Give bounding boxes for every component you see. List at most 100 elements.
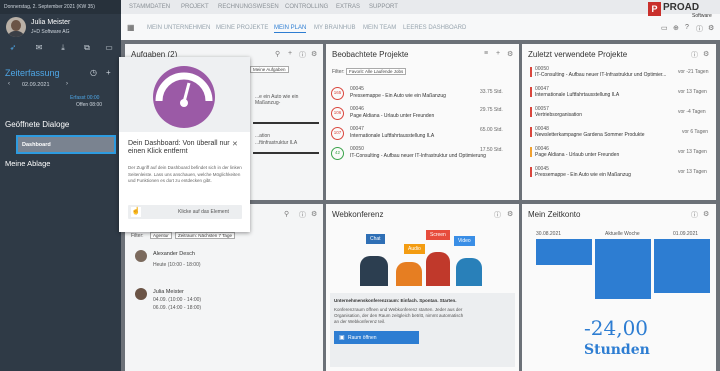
- tab-leeres-dashboard[interactable]: LEERES DASHBOARD: [403, 25, 466, 31]
- info-icon[interactable]: ⓘ: [691, 50, 698, 60]
- project-hours: 33.75 Std.: [480, 89, 503, 95]
- chart-bar: [536, 239, 592, 265]
- project-name[interactable]: Newsletterkampagne Gardena Sommer Produk…: [535, 132, 645, 138]
- team-tag-zeitraum[interactable]: Zeitraum: Nächsten 7 Tage: [175, 232, 235, 239]
- nav-rechnungswesen[interactable]: RECHNUNGSWESEN: [218, 4, 279, 10]
- tab-my-brainhub[interactable]: MY BRAINHUB: [314, 25, 356, 31]
- close-icon[interactable]: ✕: [232, 140, 238, 148]
- divider: [253, 152, 319, 154]
- tab-meine-projekte[interactable]: MEINE PROJEKTE: [216, 25, 268, 31]
- chart-bar: [595, 239, 651, 299]
- add-icon[interactable]: +: [106, 68, 111, 77]
- project-name[interactable]: IT-Consulting - Aufbau neuer IT-Infrastr…: [535, 72, 666, 78]
- door-icon: ▣: [339, 335, 345, 341]
- onboarding-modal: Dein Dashboard: Von überall nur einen Kl…: [119, 57, 250, 232]
- aufgaben-row[interactable]: ...e ein Auto wie ein Maßanzug-: [255, 94, 323, 106]
- add-icon[interactable]: +: [288, 50, 292, 57]
- grid-icon[interactable]: ▦: [127, 23, 135, 32]
- modal-title: Dein Dashboard: Von überall nur einen Kl…: [128, 140, 230, 155]
- time-entry: 06.09. (14:00 - 18:00): [153, 305, 202, 311]
- user-company: J+D Software AG: [31, 29, 70, 35]
- project-name[interactable]: Pressemappe - Ein Auto wie ein Maßanzug: [535, 172, 631, 178]
- team-tag-agentur[interactable]: Agentur: [150, 232, 172, 239]
- project-name[interactable]: IT-Consulting - Aufbau neuer IT-Infrastr…: [350, 153, 486, 159]
- project-name[interactable]: Page Aldiana - Urlaub unter Freunden: [350, 113, 434, 119]
- balance-value: -24,00: [584, 316, 649, 340]
- project-name[interactable]: Pressemappe - Ein Auto wie ein Maßanzug: [350, 93, 446, 99]
- settings-icon[interactable]: ⚙: [311, 210, 317, 218]
- zeit-offen: Offen 08:00: [76, 102, 103, 108]
- person-name[interactable]: Alexander Desch: [153, 251, 195, 257]
- nav-stammdaten[interactable]: STAMMDATEN: [129, 4, 170, 10]
- user-panel[interactable]: Julia Meister J+D Software AG: [0, 14, 121, 40]
- window-icon[interactable]: ▭: [661, 24, 668, 32]
- chart-bar: [654, 239, 710, 293]
- my-storage-heading[interactable]: Meine Ablage: [5, 159, 50, 168]
- mail-icon[interactable]: ✉: [34, 43, 44, 53]
- settings-icon[interactable]: ⚙: [507, 210, 513, 218]
- info-icon[interactable]: ⓘ: [691, 210, 698, 220]
- settings-icon[interactable]: ⚙: [703, 50, 709, 58]
- prev-day-icon[interactable]: ‹: [8, 81, 10, 87]
- open-dialogs-heading: Geöffnete Dialoge: [5, 120, 70, 129]
- info-icon[interactable]: ⓘ: [299, 210, 306, 220]
- logo-sub: Software: [692, 13, 712, 19]
- person-name[interactable]: Julia Meister: [153, 289, 184, 295]
- zeit-title[interactable]: Zeiterfassung: [5, 68, 60, 78]
- settings-icon[interactable]: ⚙: [708, 24, 714, 32]
- dashboard-tile[interactable]: Dashboard: [16, 135, 116, 154]
- project-name[interactable]: Internationale Luftfahrtausstellung ILA: [350, 133, 434, 139]
- rocket-icon[interactable]: ➶: [8, 43, 18, 53]
- project-name[interactable]: Internationale Luftfahrtausstellung ILA: [535, 92, 619, 98]
- project-name[interactable]: Vertriebsorganisation: [535, 112, 582, 118]
- nav-projekt[interactable]: PROJEKT: [181, 4, 209, 10]
- open-room-button[interactable]: ▣ Raum öffnen: [334, 331, 419, 344]
- time-entry: 04.09. (10:00 - 14:00): [153, 297, 202, 303]
- badge: 165: [331, 87, 344, 100]
- settings-icon[interactable]: ⚙: [507, 50, 513, 58]
- nav-support[interactable]: SUPPORT: [369, 4, 398, 10]
- click-element-label: Klicke auf das Element: [178, 209, 229, 215]
- info-icon[interactable]: ⓘ: [494, 210, 501, 220]
- color-bar: [530, 107, 532, 117]
- aufgaben-filter-tag[interactable]: Meine Aufgaben: [250, 66, 289, 73]
- aufgaben-row[interactable]: ...ftinfrastruktur ILA: [255, 140, 297, 146]
- badge: 107: [331, 127, 344, 140]
- person-figure: [456, 258, 482, 286]
- filter-icon[interactable]: ⚲: [284, 210, 289, 218]
- beo-filter-value[interactable]: Favorit: Alle Laufende Jobs: [346, 68, 407, 75]
- settings-icon[interactable]: ⚙: [703, 210, 709, 218]
- help-icon[interactable]: ?: [685, 24, 689, 31]
- project-name[interactable]: Page Aldiana - Urlaub unter Freunden: [535, 152, 619, 158]
- team-filter-label: Filter:: [131, 233, 144, 239]
- tab-mein-unternehmen[interactable]: MEIN UNTERNEHMEN: [147, 25, 210, 31]
- beobachtete-projekte-card: Beobachtete Projekte ≡ + ⚙ Filter: Favor…: [326, 44, 519, 200]
- color-bar: [530, 127, 532, 137]
- nav-controlling[interactable]: CONTROLLING: [285, 4, 328, 10]
- list-icon[interactable]: ≡: [484, 50, 488, 57]
- stopwatch-icon[interactable]: ◷: [90, 68, 97, 77]
- settings-icon[interactable]: ⚙: [311, 50, 317, 58]
- tab-mein-team[interactable]: MEIN TEAM: [363, 25, 396, 31]
- nav-extras[interactable]: EXTRAS: [336, 4, 360, 10]
- next-day-icon[interactable]: ›: [66, 81, 68, 87]
- dashboard-graphic: [119, 57, 250, 132]
- date-start: 30.08.2021: [536, 231, 562, 237]
- video-icon[interactable]: ▭: [104, 43, 114, 53]
- tab-mein-plan[interactable]: MEIN PLAN: [274, 25, 307, 33]
- aufgaben-row[interactable]: ...ation: [255, 133, 270, 139]
- click-element-button[interactable]: ☝ Klicke auf das Element: [128, 205, 242, 219]
- info-icon[interactable]: ⓘ: [299, 50, 306, 60]
- add-widget-icon[interactable]: ⊕: [673, 24, 679, 32]
- logo-name: PROAD: [663, 2, 700, 13]
- filter-icon[interactable]: ⚲: [275, 50, 280, 58]
- web-info-box: Unternehmenskonferenzraum: Einfach. Spon…: [330, 293, 515, 367]
- add-icon[interactable]: +: [496, 50, 500, 57]
- project-hours: 29.75 Std.: [480, 107, 503, 113]
- info-icon[interactable]: ⓘ: [696, 24, 703, 34]
- recency: vor 13 Tagen: [678, 169, 707, 175]
- copy-icon[interactable]: ⧉: [82, 43, 92, 53]
- project-number: 00050: [350, 146, 364, 152]
- download-icon[interactable]: ⤓: [58, 43, 68, 53]
- zeit-date[interactable]: 02.09.2021: [22, 82, 50, 88]
